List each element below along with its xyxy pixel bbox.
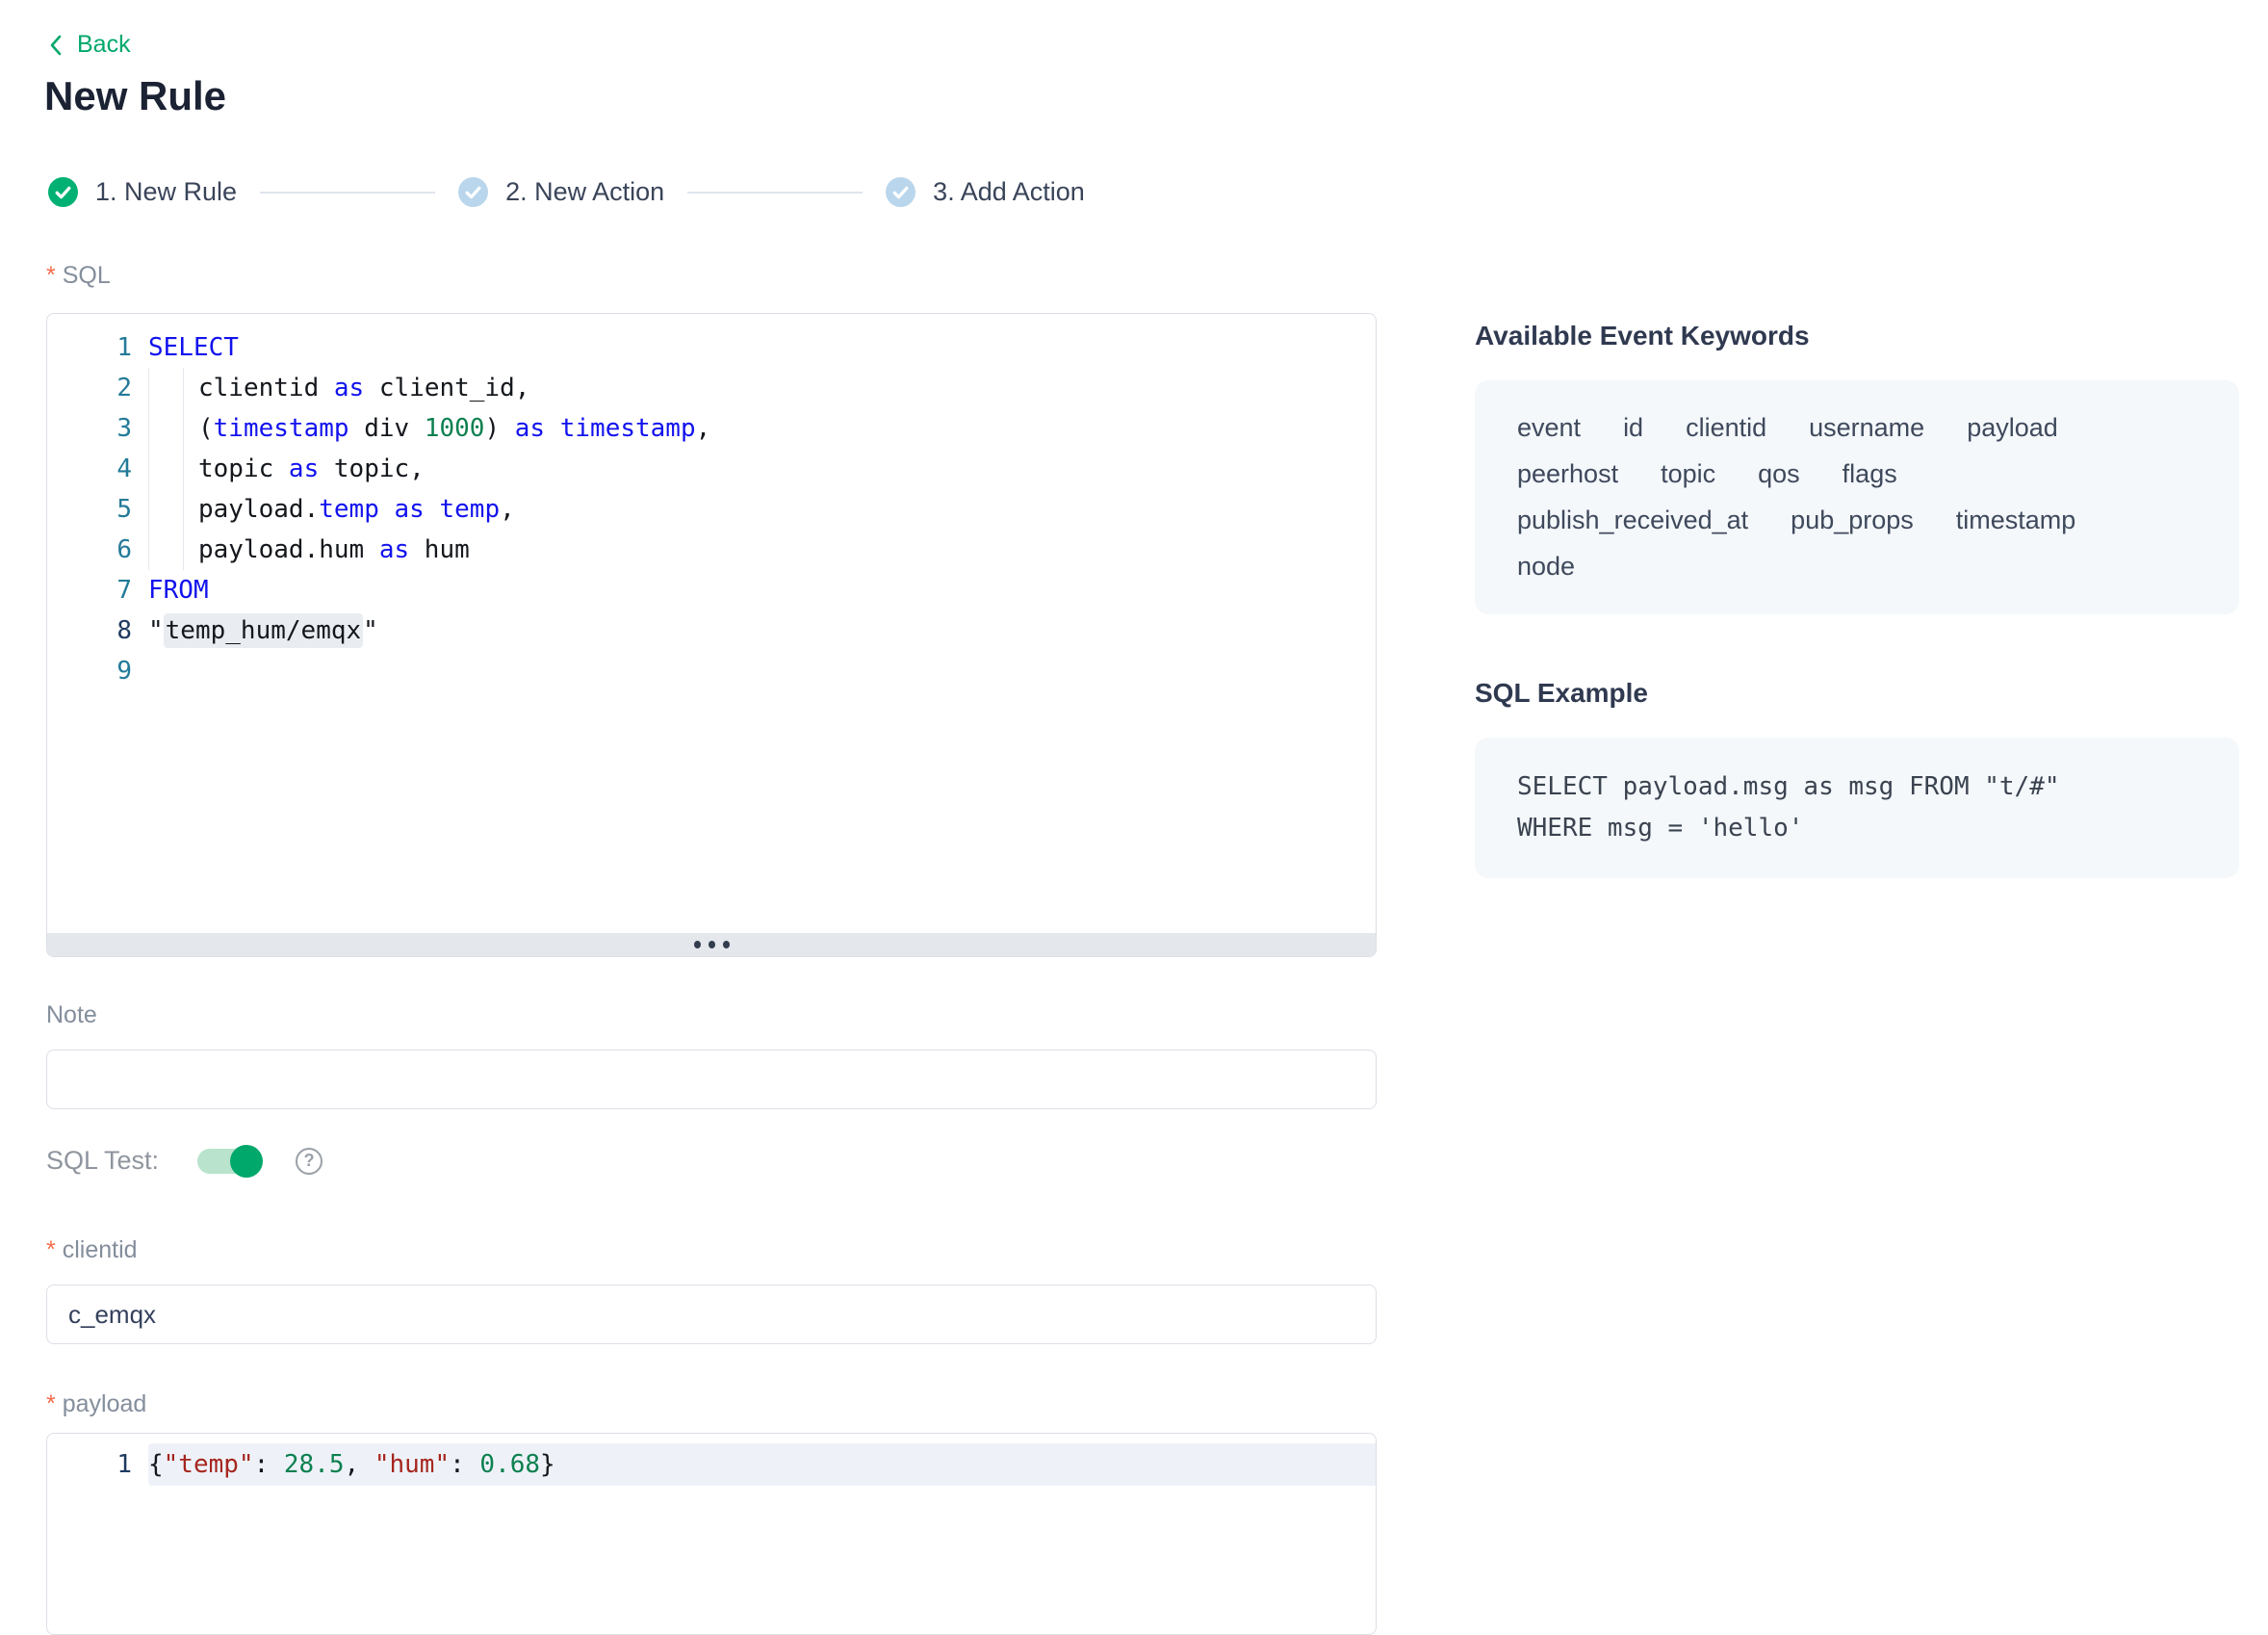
code-line-2[interactable]: 2clientid as client_id, bbox=[47, 368, 1376, 408]
sql-example-line: WHERE msg = 'hello' bbox=[1517, 808, 2197, 849]
code-line-4[interactable]: 4topic as topic, bbox=[47, 449, 1376, 489]
sql-code-area[interactable]: 1SELECT2clientid as client_id,3(timestam… bbox=[47, 314, 1376, 935]
keyword-qos: qos bbox=[1758, 459, 1800, 489]
step-connector bbox=[687, 192, 863, 194]
keyword-event: event bbox=[1517, 413, 1581, 443]
step-label: 3. Add Action bbox=[933, 177, 1085, 207]
indent-guide bbox=[148, 489, 149, 530]
indent-guide bbox=[183, 408, 184, 449]
resize-dot bbox=[694, 941, 701, 948]
code-line-3[interactable]: 3(timestamp div 1000) as timestamp, bbox=[47, 408, 1376, 449]
line-number: 1 bbox=[47, 327, 132, 368]
keyword-topic: topic bbox=[1661, 459, 1715, 489]
line-number: 1 bbox=[47, 1443, 132, 1486]
keyword-timestamp: timestamp bbox=[1956, 506, 2076, 535]
line-number: 6 bbox=[47, 530, 132, 570]
keyword-username: username bbox=[1809, 413, 1924, 443]
steps-bar: 1. New Rule 2. New Action 3. Add Action bbox=[48, 177, 1085, 207]
sql-editor[interactable]: 1SELECT2clientid as client_id,3(timestam… bbox=[46, 313, 1377, 957]
code-line-9[interactable]: 9 bbox=[47, 651, 1376, 691]
code-line-1[interactable]: 1SELECT bbox=[47, 327, 1376, 368]
indent-guide bbox=[148, 408, 149, 449]
resize-dot bbox=[723, 941, 730, 948]
page-title: New Rule bbox=[44, 73, 226, 119]
keyword-flags: flags bbox=[1843, 459, 1897, 489]
note-field-label: Note bbox=[46, 1001, 97, 1029]
check-circle-icon bbox=[886, 177, 915, 207]
step-2[interactable]: 2. New Action bbox=[458, 177, 664, 207]
step-label: 1. New Rule bbox=[95, 177, 237, 207]
sql-example-title: SQL Example bbox=[1475, 678, 2239, 709]
line-number: 5 bbox=[47, 489, 132, 530]
indent-guide bbox=[183, 368, 184, 408]
keywords-title: Available Event Keywords bbox=[1475, 321, 2239, 351]
line-number: 4 bbox=[47, 449, 132, 489]
indent-guide bbox=[183, 449, 184, 489]
help-icon[interactable]: ? bbox=[296, 1148, 322, 1175]
step-connector bbox=[260, 192, 435, 194]
sql-test-row: SQL Test: ? bbox=[46, 1146, 322, 1176]
check-circle-icon bbox=[48, 177, 78, 207]
line-number: 3 bbox=[47, 408, 132, 449]
sidebar: Available Event Keywords event id clientid… bbox=[1475, 321, 2239, 878]
keyword-payload: payload bbox=[1967, 413, 2058, 443]
required-marker: * bbox=[46, 1236, 56, 1263]
keyword-peerhost: peerhost bbox=[1517, 459, 1618, 489]
clientid-input[interactable] bbox=[46, 1285, 1377, 1344]
required-marker: * bbox=[46, 262, 56, 289]
event-keywords-box: event id clientid username payload peerhost to… bbox=[1475, 380, 2239, 614]
back-link[interactable]: Back bbox=[46, 31, 131, 59]
keyword-publish_received_at: publish_received_at bbox=[1517, 506, 1748, 535]
keyword-row: peerhost topic qos flags bbox=[1517, 459, 2197, 489]
sql-test-toggle[interactable] bbox=[197, 1149, 261, 1174]
line-number: 7 bbox=[47, 570, 132, 610]
line-number: 8 bbox=[47, 610, 132, 651]
code-line-1[interactable]: 1{"temp": 28.5, "hum": 0.68} bbox=[47, 1443, 1376, 1486]
keyword-row: event id clientid username payload bbox=[1517, 413, 2197, 443]
toggle-knob bbox=[230, 1145, 263, 1178]
sql-test-label: SQL Test: bbox=[46, 1146, 159, 1176]
keyword-pub_props: pub_props bbox=[1791, 506, 1914, 535]
clientid-field-label: *clientid bbox=[46, 1236, 138, 1264]
indent-guide bbox=[148, 530, 149, 570]
resize-dot bbox=[709, 941, 715, 948]
line-number: 9 bbox=[47, 651, 132, 691]
back-label: Back bbox=[77, 31, 131, 59]
sql-example-box: SELECT payload.msg as msg FROM "t/#"WHER… bbox=[1475, 738, 2239, 878]
code-line-6[interactable]: 6payload.hum as hum bbox=[47, 530, 1376, 570]
check-circle-icon bbox=[458, 177, 488, 207]
note-input[interactable] bbox=[46, 1050, 1377, 1109]
payload-code-area[interactable]: 1{"temp": 28.5, "hum": 0.68} bbox=[47, 1434, 1376, 1486]
indent-guide bbox=[148, 368, 149, 408]
line-number: 2 bbox=[47, 368, 132, 408]
payload-editor[interactable]: 1{"temp": 28.5, "hum": 0.68} bbox=[46, 1433, 1377, 1635]
step-label: 2. New Action bbox=[505, 177, 664, 207]
keyword-row: publish_received_at pub_props timestamp bbox=[1517, 506, 2197, 535]
indent-guide bbox=[183, 489, 184, 530]
code-line-7[interactable]: 7FROM bbox=[47, 570, 1376, 610]
sql-example-line: SELECT payload.msg as msg FROM "t/#" bbox=[1517, 766, 2197, 808]
keyword-row: node bbox=[1517, 552, 2197, 582]
chevron-left-icon bbox=[46, 33, 65, 58]
payload-field-label: *payload bbox=[46, 1390, 146, 1418]
editor-resize-handle[interactable] bbox=[47, 933, 1376, 956]
step-1[interactable]: 1. New Rule bbox=[48, 177, 237, 207]
indent-guide bbox=[148, 449, 149, 489]
step-3[interactable]: 3. Add Action bbox=[886, 177, 1085, 207]
required-marker: * bbox=[46, 1390, 56, 1417]
keyword-node: node bbox=[1517, 552, 1575, 582]
code-line-8[interactable]: 8"temp_hum/emqx" bbox=[47, 610, 1376, 651]
indent-guide bbox=[183, 530, 184, 570]
sql-field-label: *SQL bbox=[46, 262, 111, 290]
code-line-5[interactable]: 5payload.temp as temp, bbox=[47, 489, 1376, 530]
keyword-id: id bbox=[1623, 413, 1643, 443]
keyword-clientid: clientid bbox=[1686, 413, 1766, 443]
